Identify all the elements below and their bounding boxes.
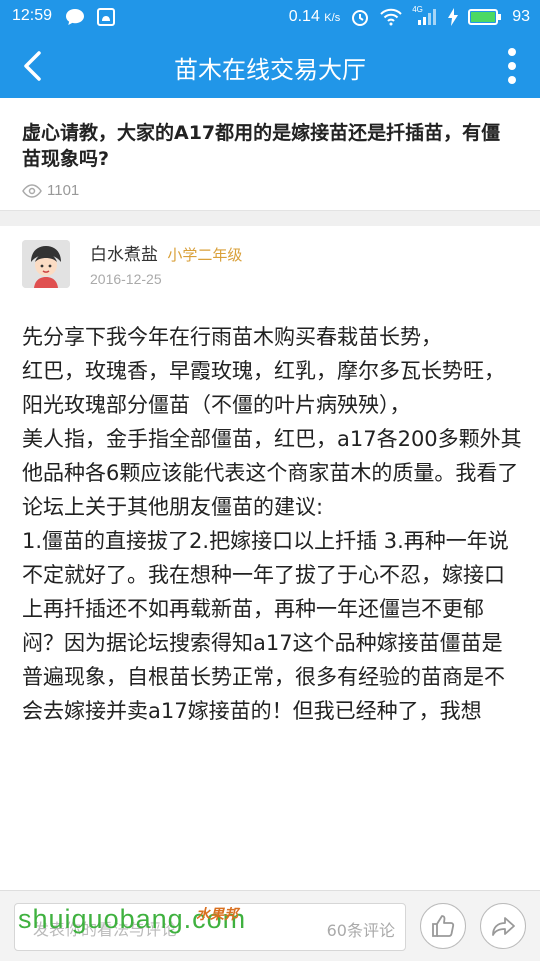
status-right-group: 0.14 K/s 4G 93 [288,5,530,27]
like-button[interactable] [420,903,466,949]
comment-count[interactable]: 60条评论 [327,917,395,941]
page-title: 苗木在线交易大厅 [174,56,366,84]
status-time: 12:59 [12,7,53,24]
question-card: 虚心请教，大家的A17都用的是嫁接苗还是扦插苗，有僵苗现象吗? 1101 [0,98,540,211]
question-title: 虚心请教，大家的A17都用的是嫁接苗还是扦插苗，有僵苗现象吗? [22,122,501,170]
watermark-brand: 水果邦 [196,907,238,923]
network-speed: 0.14 K/s [288,8,341,25]
eye-icon [22,183,42,198]
author-name[interactable]: 白水煮盐 小学二年级 [90,240,242,265]
share-button[interactable] [480,903,526,949]
author-name-text: 白水煮盐 [90,245,158,265]
view-count-value: 1101 [47,182,80,199]
charging-icon [448,8,459,26]
view-count: 1101 [22,182,79,199]
app-bar: 苗木在线交易大厅 [0,34,540,98]
avatar[interactable] [22,240,70,288]
wifi-icon [380,8,402,26]
share-arrow-icon [492,917,515,936]
post-date: 2016-12-25 [90,271,162,287]
thumbs-up-icon [432,915,455,937]
notification-square-icon [97,8,115,26]
battery-icon [468,9,502,25]
post-content: 先分享下我今年在行雨苗木购买春栽苗长势， 红巴，玫瑰香，早霞玫瑰，红乳，摩尔多瓦… [22,325,522,723]
chat-bubble-icon [66,9,84,25]
post-card: 白水煮盐 小学二年级 2016-12-25 先分享下我今年在行雨苗木购买春栽苗长… [0,226,540,960]
more-vertical-icon[interactable] [504,46,520,86]
signal-icon: 4G [412,5,438,26]
alarm-icon [352,10,369,26]
author-level: 小学二年级 [167,246,243,264]
battery-level: 93 [512,8,530,25]
status-bar: 12:59 0.14 K/s 4G 93 [0,0,540,34]
